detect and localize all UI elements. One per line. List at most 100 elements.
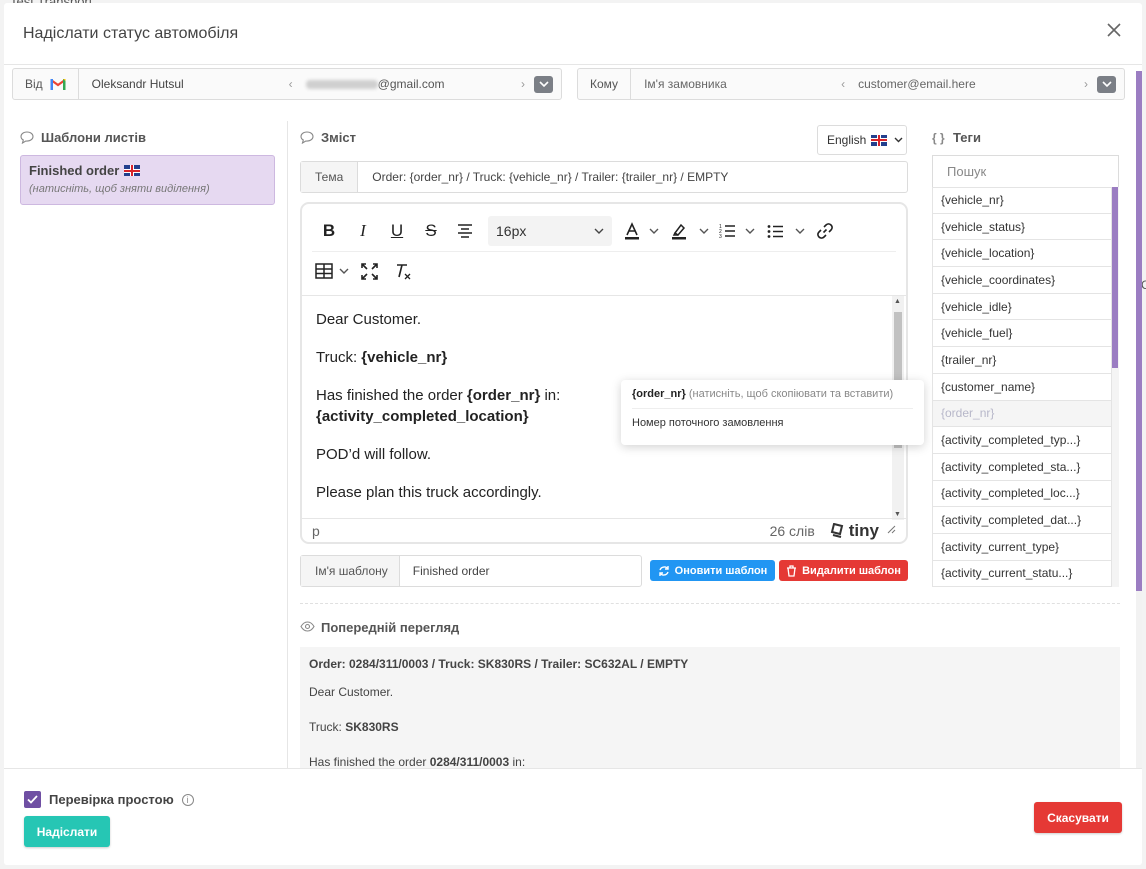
idle-check-label: Перевірка простою — [49, 792, 174, 807]
modal-scrollbar[interactable] — [1136, 71, 1142, 591]
tag-item[interactable]: {activity_current_type} — [932, 533, 1112, 561]
scroll-up-icon[interactable]: ▲ — [894, 298, 901, 305]
tag-item[interactable]: {vehicle_coordinates} — [932, 267, 1112, 294]
tag-list-scrollbar[interactable] — [1112, 187, 1119, 587]
tag-item[interactable]: {activity_completed_typ...} — [932, 427, 1112, 454]
align-center-icon[interactable] — [448, 216, 482, 246]
checkbox-checked-icon[interactable] — [24, 791, 41, 808]
tag-item[interactable]: {vehicle_nr} — [932, 187, 1112, 214]
from-label: Від — [25, 77, 43, 91]
preview-finished-prefix: Has finished the order — [309, 755, 430, 769]
trash-icon — [787, 564, 797, 577]
table-icon[interactable] — [312, 256, 336, 286]
resize-handle-icon[interactable] — [887, 525, 896, 537]
tiny-icon — [830, 522, 843, 538]
from-next-arrow[interactable]: › — [516, 77, 530, 91]
send-button[interactable]: Надіслати — [24, 816, 110, 847]
tag-list: {vehicle_nr} {vehicle_status} {vehicle_l… — [932, 187, 1112, 587]
link-icon[interactable] — [808, 216, 842, 246]
bold-icon[interactable]: B — [312, 216, 346, 246]
tag-item[interactable]: {vehicle_location} — [932, 240, 1112, 268]
to-dropdown-button[interactable] — [1097, 75, 1116, 93]
chevron-down-icon — [538, 80, 549, 87]
tag-search-input[interactable]: Пошук — [932, 155, 1119, 187]
order-tag: {order_nr} — [466, 387, 541, 404]
subject-label: Тема — [301, 162, 359, 192]
template-name-label: Ім'я шаблону — [301, 556, 400, 586]
template-item-label: Finished order — [29, 163, 120, 178]
body-line-truck: Truck: {vehicle_nr} — [316, 347, 876, 368]
chevron-down-icon[interactable] — [696, 216, 712, 246]
tiny-logo[interactable]: tiny — [829, 521, 879, 541]
svg-text:3: 3 — [719, 234, 722, 239]
update-template-button[interactable]: Оновити шаблон — [650, 560, 775, 581]
language-select[interactable]: English — [817, 125, 907, 155]
preview-divider — [300, 603, 1120, 604]
info-icon[interactable]: i — [181, 793, 194, 806]
preview-greeting: Dear Customer. — [309, 685, 394, 699]
from-name[interactable]: Oleksandr Hutsul — [79, 77, 284, 91]
font-size-select[interactable]: 16px — [488, 216, 612, 246]
preview-heading-text: Попередній перегляд — [321, 620, 460, 635]
chevron-down-icon[interactable] — [792, 216, 808, 246]
to-prev-arrow[interactable]: ‹ — [836, 77, 850, 91]
templates-panel: Шаблони листів Finished order (натисніть… — [4, 121, 288, 771]
tag-item[interactable]: {activity_completed_sta...} — [932, 453, 1112, 481]
tag-item[interactable]: {trailer_nr} — [932, 347, 1112, 374]
tag-item[interactable]: {vehicle_idle} — [932, 293, 1112, 321]
chevron-down-icon[interactable] — [336, 256, 352, 286]
chevron-down-icon — [1101, 80, 1112, 87]
underline-icon[interactable]: U — [380, 216, 414, 246]
from-prev-arrow[interactable]: ‹ — [284, 77, 298, 91]
eye-icon — [300, 620, 315, 635]
tag-item[interactable]: {vehicle_status} — [932, 213, 1112, 241]
tag-item[interactable]: {activity_completed_loc...} — [932, 480, 1112, 508]
templates-heading-text: Шаблони листів — [41, 130, 146, 145]
idle-check[interactable]: Перевірка простою i — [24, 791, 194, 808]
element-path[interactable]: p — [312, 523, 770, 539]
text-color-icon[interactable] — [618, 216, 646, 246]
to-next-arrow[interactable]: › — [1079, 77, 1093, 91]
strikethrough-icon[interactable]: S — [414, 216, 448, 246]
subject-field: Тема Order: {order_nr} / Truck: {vehicle… — [300, 161, 908, 193]
cancel-button[interactable]: Скасувати — [1034, 802, 1122, 833]
subject-input[interactable]: Order: {order_nr} / Truck: {vehicle_nr} … — [358, 170, 728, 184]
scroll-down-icon[interactable]: ▼ — [894, 511, 901, 518]
word-count[interactable]: 26 слів — [770, 523, 815, 539]
tag-list-scroll-thumb[interactable] — [1112, 187, 1118, 368]
tooltip-description: Номер поточного замовлення — [632, 417, 784, 429]
tag-item[interactable]: {vehicle_fuel} — [932, 320, 1112, 348]
delete-template-button[interactable]: Видалити шаблон — [779, 560, 908, 581]
from-email[interactable]: @gmail.com — [298, 77, 516, 91]
tiny-label: tiny — [848, 520, 879, 540]
truck-tag: {vehicle_nr} — [361, 349, 448, 366]
templates-heading: Шаблони листів — [20, 130, 146, 145]
numbered-list-icon[interactable]: 123 — [712, 216, 742, 246]
to-email-input[interactable]: customer@email.here — [850, 77, 1079, 91]
highlight-icon[interactable] — [662, 216, 696, 246]
from-dropdown-button[interactable] — [534, 75, 553, 93]
chevron-down-icon[interactable] — [646, 216, 662, 246]
template-item[interactable]: Finished order (натисніть, щоб зняти вид… — [20, 155, 275, 205]
modal-header: Надіслати статус автомобіля — [4, 3, 1142, 65]
to-name-input[interactable]: Ім'я замовника — [631, 77, 836, 91]
preview-finished: Has finished the order 0284/311/0003 in: — [309, 755, 1111, 769]
tag-item[interactable]: {activity_current_statu...} — [932, 560, 1112, 587]
tag-item-hovered[interactable]: {order_nr} — [932, 400, 1112, 428]
preview-truck: Truck: SK830RS — [309, 720, 1111, 734]
italic-icon[interactable]: I — [346, 216, 380, 246]
chevron-down-icon[interactable] — [742, 216, 758, 246]
toolbar-row-2 — [312, 256, 420, 286]
clear-formatting-icon[interactable] — [386, 256, 420, 286]
tag-item[interactable]: {activity_completed_dat...} — [932, 507, 1112, 534]
content-heading-text: Зміст — [321, 130, 356, 145]
preview-truck-value: SK830RS — [345, 720, 399, 734]
fullscreen-icon[interactable] — [352, 256, 386, 286]
chevron-down-icon — [894, 135, 903, 146]
template-name-input[interactable]: Finished order — [400, 564, 490, 578]
bullet-list-icon[interactable] — [758, 216, 792, 246]
close-icon[interactable] — [1104, 21, 1124, 41]
modal-title: Надіслати статус автомобіля — [23, 25, 239, 42]
tag-item[interactable]: {customer_name} — [932, 373, 1112, 401]
body-line-plan: Please plan this truck accordingly. — [316, 484, 542, 501]
